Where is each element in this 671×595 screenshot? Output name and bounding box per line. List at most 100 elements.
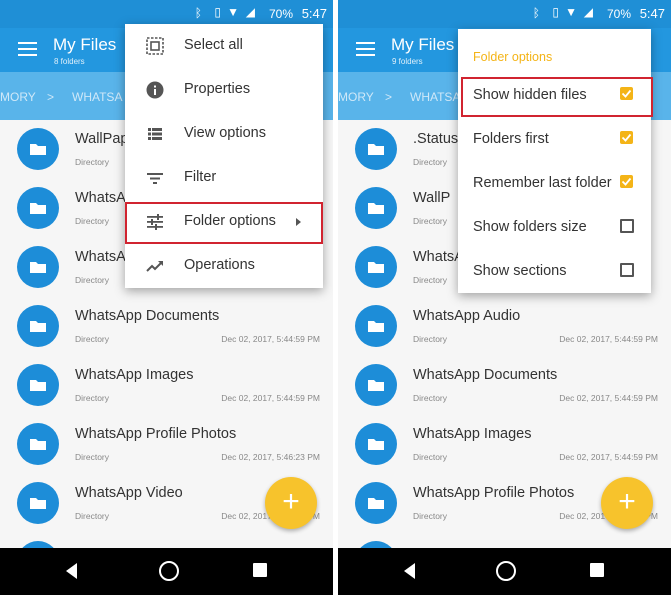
page-title: My Files (391, 35, 455, 54)
file-type: Directory (413, 511, 448, 521)
highlight-box (461, 77, 653, 117)
submenu-title: Folder options (473, 50, 553, 64)
breadcrumb-item[interactable]: MORY (338, 90, 374, 104)
file-name: WhatsApp Images (75, 367, 194, 383)
file-type: Directory (413, 393, 448, 403)
hamburger-icon[interactable] (18, 42, 37, 56)
clock: 5:47 (301, 6, 327, 21)
file-type: Directory (75, 511, 110, 521)
file-type: Directory (75, 216, 110, 226)
folder-options-menu: Folder options Show hidden files Folders… (458, 29, 653, 294)
file-type: Directory (75, 393, 110, 403)
folder-icon (355, 128, 397, 170)
checkbox-unchecked[interactable] (620, 263, 634, 277)
file-date: Dec 02, 2017, 5:44:59 PM (559, 334, 658, 344)
menu-item-label: Operations (184, 257, 255, 273)
option-show-sections[interactable]: Show sections (458, 250, 651, 294)
file-type: Directory (413, 452, 448, 462)
list-view-icon (148, 128, 162, 140)
option-remember-last-folder[interactable]: Remember last folder (458, 162, 651, 206)
wifi-icon: ▼ (227, 5, 239, 19)
clock: 5:47 (639, 6, 665, 21)
vibrate-icon: ▯ (552, 5, 559, 19)
navigation-bar (0, 548, 333, 595)
file-name: WhatsApp Audio (413, 308, 521, 324)
folder-icon (17, 482, 59, 524)
folder-icon (355, 364, 397, 406)
option-label: Folders first (473, 131, 549, 147)
menu-item-view-options[interactable]: View options (125, 112, 323, 156)
folder-icon (355, 482, 397, 524)
menu-item-operations[interactable]: Operations (125, 244, 323, 288)
file-name: WhatsA (75, 249, 126, 265)
file-type: Directory (413, 275, 448, 285)
back-icon[interactable] (66, 563, 77, 579)
folder-icon (17, 423, 59, 465)
file-name: WhatsApp Documents (413, 367, 558, 383)
file-name: WhatsApp Images (413, 426, 532, 442)
add-button[interactable]: + (265, 477, 317, 529)
folder-icon (355, 246, 397, 288)
breadcrumb-item[interactable]: WHATSA (410, 90, 460, 104)
folder-icon (17, 305, 59, 347)
file-type: Directory (413, 216, 448, 226)
file-type: Directory (75, 275, 110, 285)
breadcrumb-item[interactable]: WHATSA (72, 90, 122, 104)
folder-count: 8 folders (54, 57, 85, 66)
checkbox-checked[interactable] (620, 175, 633, 188)
home-icon[interactable] (159, 561, 179, 581)
file-date: Dec 02, 2017, 5:44:59 PM (221, 334, 320, 344)
option-show-folders-size[interactable]: Show folders size (458, 206, 651, 250)
checkbox-checked[interactable] (620, 131, 633, 144)
list-item[interactable]: WhatsApp Images Directory Dec 02, 2017, … (0, 356, 333, 415)
file-name: WhatsA (75, 190, 126, 206)
file-date: Dec 02, 2017, 5:44:59 PM (559, 452, 658, 462)
trending-icon (146, 261, 163, 272)
file-type: Directory (413, 334, 448, 344)
breadcrumb-separator: > (385, 90, 393, 104)
file-date: Dec 02, 2017, 5:46:23 PM (221, 452, 320, 462)
menu-item-filter[interactable]: Filter (125, 156, 323, 200)
battery-text: 70% (268, 7, 293, 21)
file-type: Directory (75, 334, 110, 344)
bluetooth-icon: ᛒ (532, 6, 540, 20)
option-label: Show sections (473, 263, 567, 279)
navigation-bar (338, 548, 671, 595)
recents-icon[interactable] (590, 563, 604, 577)
file-name: WhatsApp Documents (75, 308, 220, 324)
home-icon[interactable] (496, 561, 516, 581)
menu-item-label: View options (184, 125, 266, 141)
select-all-icon (146, 37, 164, 55)
checkbox-unchecked[interactable] (620, 219, 634, 233)
bluetooth-icon: ᛒ (194, 6, 202, 20)
list-item[interactable]: WhatsApp Images Directory Dec 02, 2017, … (338, 415, 671, 474)
list-item[interactable]: WhatsApp Documents Directory Dec 02, 201… (0, 297, 333, 356)
file-name: WhatsApp Profile Photos (413, 485, 575, 501)
list-item[interactable]: WhatsApp Profile Photos Directory Dec 02… (0, 415, 333, 474)
breadcrumb-item[interactable]: MORY (0, 90, 36, 104)
file-type: Directory (75, 157, 110, 167)
recents-icon[interactable] (253, 563, 267, 577)
menu-item-properties[interactable]: Properties (125, 68, 323, 112)
list-item[interactable]: WhatsApp Audio Directory Dec 02, 2017, 5… (338, 297, 671, 356)
overflow-menu: Select all Properties View options Filte… (125, 24, 323, 288)
signal-icon: ◢ (245, 5, 255, 19)
status-bar: ᛒ ▯ ▼ ◢ 70% 5:47 (338, 0, 671, 28)
folder-icon (355, 305, 397, 347)
menu-item-label: Select all (184, 37, 243, 53)
battery-text: 70% (606, 7, 631, 21)
folder-icon (17, 364, 59, 406)
folder-icon (355, 423, 397, 465)
add-button[interactable]: + (601, 477, 653, 529)
file-name: WallP (413, 190, 451, 206)
page-title: My Files (53, 35, 117, 54)
file-name: WhatsA (413, 249, 464, 265)
menu-item-select-all[interactable]: Select all (125, 24, 323, 68)
folder-icon (17, 187, 59, 229)
option-folders-first[interactable]: Folders first (458, 118, 651, 162)
list-item[interactable]: WhatsApp Documents Directory Dec 02, 201… (338, 356, 671, 415)
back-icon[interactable] (404, 563, 415, 579)
hamburger-icon[interactable] (356, 42, 375, 56)
wifi-icon: ▼ (565, 5, 577, 19)
file-name: WhatsApp Profile Photos (75, 426, 237, 442)
